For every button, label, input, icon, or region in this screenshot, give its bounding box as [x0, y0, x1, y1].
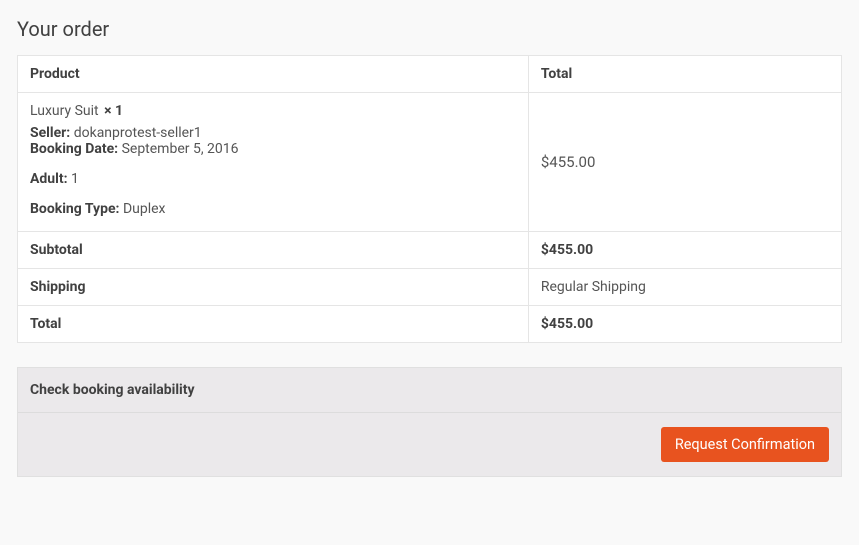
seller-value: dokanprotest-seller1: [74, 125, 202, 141]
adult-value: 1: [71, 171, 79, 187]
adult-label: Adult:: [30, 171, 68, 187]
product-cell: Luxury Suit × 1 Seller: dokanprotest-sel…: [18, 93, 529, 232]
subtotal-value: $455.00: [528, 232, 841, 269]
seller-label: Seller:: [30, 125, 70, 141]
availability-box: Check booking availability Request Confi…: [17, 367, 842, 477]
seller-line: Seller: dokanprotest-seller1: [30, 125, 516, 141]
availability-title: Check booking availability: [18, 368, 841, 413]
product-qty: × 1: [104, 103, 123, 119]
booking-type-value: Duplex: [123, 201, 166, 217]
page-title: Your order: [17, 17, 842, 41]
subtotal-row: Subtotal $455.00: [18, 232, 842, 269]
adult-line: Adult: 1: [30, 171, 516, 187]
table-row: Luxury Suit × 1 Seller: dokanprotest-sel…: [18, 93, 842, 232]
total-row: Total $455.00: [18, 306, 842, 343]
product-name-line: Luxury Suit × 1: [30, 103, 516, 119]
shipping-row: Shipping Regular Shipping: [18, 269, 842, 306]
booking-date-value: September 5, 2016: [122, 141, 239, 157]
booking-type-line: Booking Type: Duplex: [30, 201, 516, 217]
booking-date-label: Booking Date:: [30, 141, 118, 157]
total-label: Total: [18, 306, 529, 343]
booking-date-line: Booking Date: September 5, 2016: [30, 141, 516, 157]
item-price: $455.00: [528, 93, 841, 232]
shipping-label: Shipping: [18, 269, 529, 306]
shipping-value: Regular Shipping: [528, 269, 841, 306]
order-table: Product Total Luxury Suit × 1 Seller: do…: [17, 55, 842, 343]
product-name: Luxury Suit: [30, 103, 99, 119]
total-value: $455.00: [528, 306, 841, 343]
booking-type-label: Booking Type:: [30, 201, 119, 217]
header-product: Product: [18, 56, 529, 93]
availability-body: Request Confirmation: [18, 413, 841, 476]
subtotal-label: Subtotal: [18, 232, 529, 269]
header-total: Total: [528, 56, 841, 93]
request-confirmation-button[interactable]: Request Confirmation: [661, 427, 829, 462]
